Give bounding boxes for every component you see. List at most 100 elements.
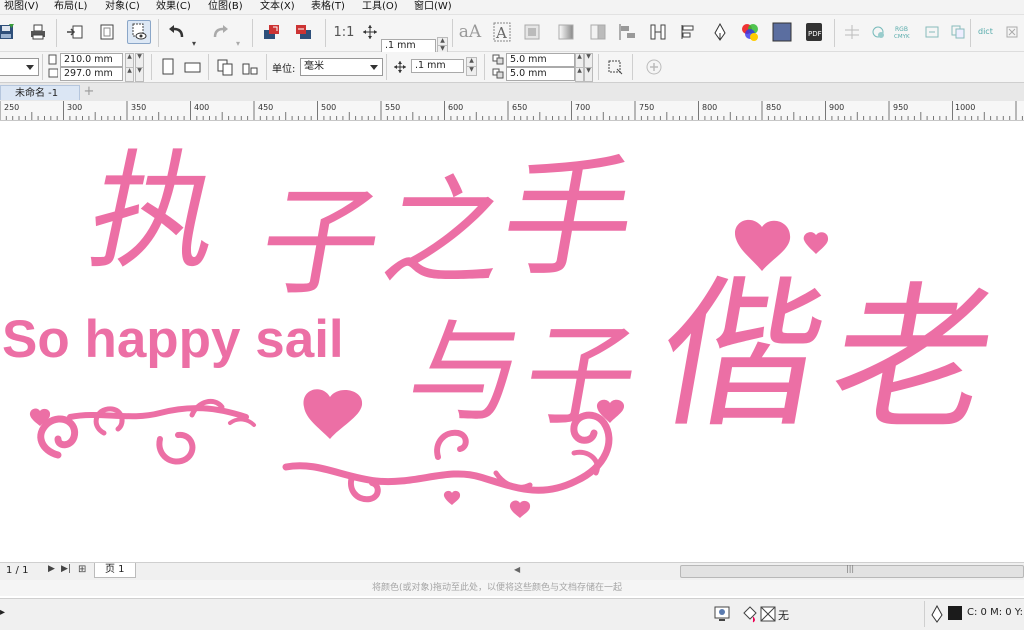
nudge-spin-down[interactable]: ▼	[466, 66, 477, 76]
menu-layout[interactable]: 布局(L)	[54, 0, 87, 13]
next-page-icon[interactable]: ▶	[48, 564, 55, 574]
undo-dropdown-icon[interactable]: ▾	[192, 39, 196, 48]
svg-text:CMYK: CMYK	[894, 34, 910, 40]
page-height-input[interactable]: 297.0 mm	[60, 67, 123, 81]
horizontal-ruler[interactable]: 250 300 350 400 450 500 550 600 650 700 …	[0, 101, 1024, 121]
heart-icon	[443, 490, 461, 505]
display-icon[interactable]	[713, 605, 731, 626]
pen-icon[interactable]	[708, 20, 732, 44]
page-height-spin-up[interactable]: ▲	[125, 67, 134, 82]
duplicate-x-input[interactable]: 5.0 mm	[506, 53, 575, 67]
duplicate-y-spin-down[interactable]: ▼	[584, 67, 593, 82]
convert-icon[interactable]	[920, 20, 944, 44]
snap-icon[interactable]	[840, 20, 864, 44]
menu-table[interactable]: 表格(T)	[311, 0, 345, 13]
menu-tools[interactable]: 工具(O)	[362, 0, 398, 13]
horizontal-scrollbar[interactable]: |||	[680, 564, 1024, 578]
menu-effects[interactable]: 效果(C)	[156, 0, 191, 13]
fill-bucket-icon[interactable]	[740, 605, 758, 626]
last-page-icon[interactable]: ▶|	[61, 564, 71, 574]
duplicate-x-spin-down[interactable]: ▼	[584, 53, 593, 68]
align-icon[interactable]	[646, 20, 670, 44]
outline-pen-icon[interactable]	[930, 604, 944, 626]
document-tab-bar: 未命名 -1 +	[0, 83, 1024, 102]
svg-text:RGB: RGB	[895, 26, 908, 33]
add-tab-button[interactable]: +	[82, 85, 96, 99]
export-icon[interactable]	[260, 20, 284, 44]
menu-bitmap[interactable]: 位图(B)	[208, 0, 243, 13]
duplicate-x-spin-up[interactable]: ▲	[575, 53, 584, 68]
page-tab[interactable]: 页 1	[94, 563, 136, 578]
ruler-label: 500	[321, 103, 337, 112]
undo-icon[interactable]	[165, 20, 189, 44]
menu-object[interactable]: 对象(C)	[105, 0, 140, 13]
gradient-fill-icon[interactable]	[586, 20, 610, 44]
copy-icon[interactable]	[946, 20, 970, 44]
swirl-ornament	[228, 417, 256, 427]
add-preset-icon[interactable]	[642, 55, 666, 79]
paper-size-dropdown[interactable]	[0, 58, 39, 76]
scale-icon[interactable]: 1:1	[332, 20, 356, 44]
color-swatch-icon[interactable]	[770, 20, 794, 44]
expand-icon[interactable]: ▸	[0, 607, 5, 618]
ruler-label: 250	[4, 103, 20, 112]
print-icon[interactable]	[26, 20, 50, 44]
nudge-distance-input[interactable]: .1 mm	[381, 39, 436, 53]
unit-dropdown[interactable]: 毫米	[300, 58, 383, 76]
import-icon[interactable]	[63, 20, 87, 44]
dismiss-icon[interactable]	[1000, 20, 1024, 44]
svg-text:dict: dict	[978, 27, 993, 36]
menu-text[interactable]: 文本(X)	[260, 0, 295, 13]
outline-icon[interactable]	[676, 20, 700, 44]
page-width-spin-up[interactable]: ▲	[125, 53, 134, 68]
page-width-spin-down[interactable]: ▼	[135, 53, 144, 68]
document-tab[interactable]: 未命名 -1	[0, 85, 80, 100]
landscape-icon[interactable]	[181, 55, 205, 79]
nudge-distance-input[interactable]: .1 mm	[411, 59, 464, 73]
ruler-label: 1000	[955, 103, 976, 112]
nudge-icon	[393, 60, 407, 77]
menu-view[interactable]: 视图(V)	[4, 0, 39, 13]
publish-icon[interactable]	[292, 20, 316, 44]
text-icon[interactable]: aA	[458, 20, 482, 44]
outline-color-swatch[interactable]	[948, 606, 962, 620]
ruler-label: 600	[448, 103, 464, 112]
redo-icon[interactable]	[208, 20, 232, 44]
rgb-cmyk-icon[interactable]: RGB CMYK	[892, 20, 916, 44]
add-page-icon[interactable]: ⊞	[78, 564, 86, 575]
distribute-icon[interactable]	[616, 20, 640, 44]
grayscale-icon[interactable]	[520, 20, 544, 44]
save-icon[interactable]	[0, 20, 18, 44]
ruler-label: 300	[67, 103, 83, 112]
ruler-label: 800	[702, 103, 718, 112]
heart-icon	[734, 219, 791, 271]
ruler-label: 550	[385, 103, 401, 112]
no-fill-icon	[760, 606, 776, 625]
gradient-icon[interactable]	[554, 20, 578, 44]
text-select-icon[interactable]: A	[490, 20, 514, 44]
treat-as-filled-icon[interactable]	[603, 55, 627, 79]
duplicate-x-icon	[492, 54, 506, 69]
node-icon[interactable]	[866, 20, 890, 44]
dict-icon[interactable]: dict	[976, 20, 1000, 44]
page-width-input[interactable]: 210.0 mm	[60, 53, 123, 67]
heart-icon	[303, 389, 363, 439]
redo-dropdown-icon[interactable]: ▾	[236, 39, 240, 48]
view-icon[interactable]	[127, 20, 151, 44]
page-navigator: 1 / 1 ▶ ▶| ⊞ 页 1 ◀ |||	[0, 562, 1024, 580]
page-icon[interactable]	[95, 20, 119, 44]
svg-text:A: A	[495, 24, 507, 42]
scroll-grip-icon: |||	[846, 564, 855, 573]
pdf-icon[interactable]: PDF	[803, 20, 827, 44]
page-height-spin-down[interactable]: ▼	[135, 67, 144, 82]
drawing-canvas[interactable]: 执 子 之 手 So happy sail 与 子 偕 老	[0, 121, 1024, 561]
all-pages-icon[interactable]	[213, 55, 237, 79]
duplicate-y-input[interactable]: 5.0 mm	[506, 67, 575, 81]
swirl-ornament	[37, 415, 79, 459]
current-page-icon[interactable]	[238, 55, 262, 79]
scroll-left-icon[interactable]: ◀	[514, 565, 520, 574]
menu-window[interactable]: 窗口(W)	[414, 0, 452, 13]
color-wheel-icon[interactable]	[738, 20, 762, 44]
portrait-icon[interactable]	[156, 55, 180, 79]
duplicate-y-spin-up[interactable]: ▲	[575, 67, 584, 82]
